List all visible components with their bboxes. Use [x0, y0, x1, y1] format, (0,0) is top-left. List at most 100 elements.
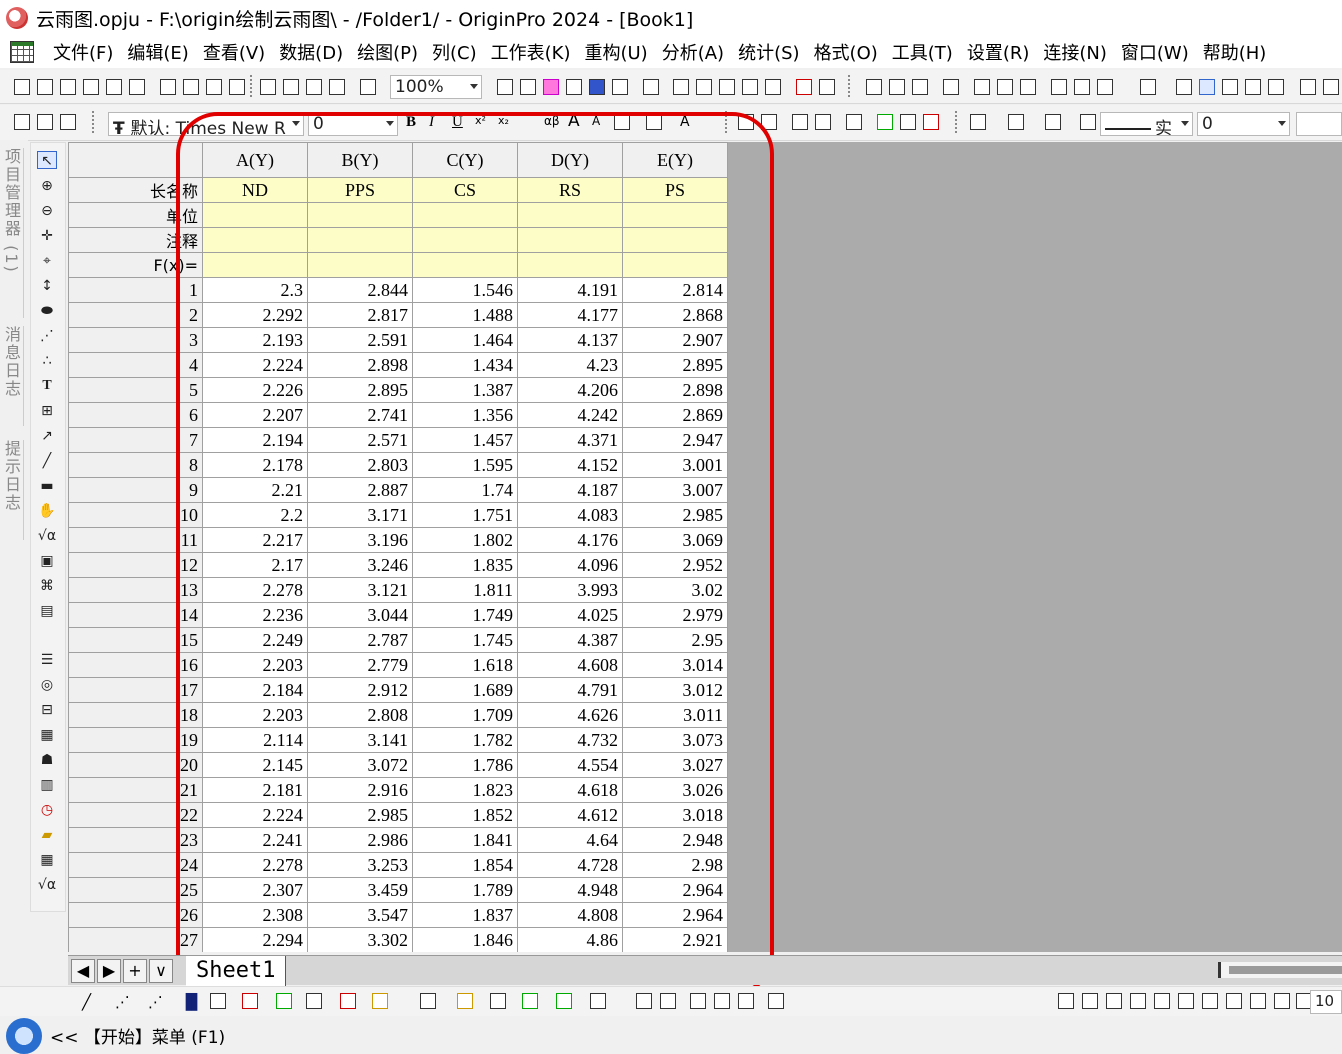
open-template-icon[interactable]	[283, 79, 299, 95]
arrow-tool-icon[interactable]: ↗	[37, 427, 57, 445]
copy-icon[interactable]	[37, 114, 53, 130]
sheet-tab[interactable]: Sheet1	[186, 956, 287, 986]
new-layout-icon[interactable]	[160, 79, 176, 95]
scrollbar-thumb[interactable]	[1229, 966, 1342, 974]
fill-color-icon[interactable]	[970, 114, 986, 130]
tab-project-explorer[interactable]: 项目管理器 (1)	[2, 148, 24, 318]
results-log-icon[interactable]	[589, 79, 605, 95]
next-sheet-button[interactable]: ▶	[97, 959, 121, 983]
align-bottom-icon[interactable]	[1226, 993, 1242, 1009]
edit-icon[interactable]	[742, 79, 758, 95]
layer-align-icon[interactable]	[738, 993, 754, 1009]
menu-connect[interactable]: 连接(N)	[1036, 39, 1114, 65]
polar-icon[interactable]	[306, 993, 322, 1009]
object-back-icon[interactable]	[1082, 993, 1098, 1009]
line-symbol-icon[interactable]: ⋰	[148, 993, 164, 1011]
command-window-icon[interactable]	[612, 79, 628, 95]
menu-view[interactable]: 查看(V)	[196, 39, 272, 65]
add-plot-icon[interactable]	[877, 114, 893, 130]
folder-icon[interactable]: ▰	[37, 826, 57, 844]
image-icon[interactable]: ▣	[37, 552, 57, 570]
screen-reader-icon[interactable]: ✛	[37, 227, 57, 245]
menu-statistics[interactable]: 统计(S)	[731, 39, 806, 65]
new-project-icon[interactable]	[14, 79, 30, 95]
extra-combo[interactable]	[1296, 112, 1342, 136]
tab-messages-log[interactable]: 消息日志	[2, 326, 24, 426]
menu-edit[interactable]: 编辑(E)	[120, 39, 195, 65]
sequence-icon[interactable]	[943, 79, 959, 95]
object-front-icon[interactable]	[1058, 993, 1074, 1009]
menu-column[interactable]: 列(C)	[425, 39, 484, 65]
equation-icon[interactable]: √α	[37, 527, 57, 545]
user-icon[interactable]: ☗	[37, 751, 57, 769]
add-sheet-button[interactable]: +	[123, 959, 147, 983]
remove-icon[interactable]	[923, 114, 939, 130]
ternary-icon[interactable]	[490, 993, 506, 1009]
set-as-y-icon[interactable]	[1199, 79, 1215, 95]
open-icon[interactable]	[260, 79, 276, 95]
clock-icon[interactable]: ◷	[37, 801, 57, 819]
new-folder-icon[interactable]	[37, 79, 53, 95]
layer-swap-icon[interactable]	[714, 993, 730, 1009]
paste-icon[interactable]	[60, 114, 76, 130]
pointer-icon[interactable]: ↖	[37, 151, 57, 169]
frequency-icon[interactable]	[1020, 79, 1036, 95]
mask-points-icon[interactable]: ⋰	[37, 327, 57, 345]
line-width-combo[interactable]: 0	[1197, 112, 1290, 136]
annotation-icon[interactable]: ⊞	[37, 402, 57, 420]
new-workbook-icon[interactable]	[60, 79, 76, 95]
duplicate-sheet-icon[interactable]	[846, 114, 862, 130]
find-icon[interactable]	[673, 79, 689, 95]
recalculate-icon[interactable]	[360, 79, 376, 95]
layer-tile-icon[interactable]	[768, 993, 784, 1009]
previous-sheet-button[interactable]: ◀	[71, 959, 95, 983]
worksheet-tool-icon[interactable]: ☰	[37, 651, 57, 669]
align-right-icon[interactable]	[1178, 993, 1194, 1009]
bar-chart-icon[interactable]	[974, 79, 990, 95]
new-graph-icon[interactable]	[83, 79, 99, 95]
region-selector-icon[interactable]: ⬬	[37, 302, 57, 320]
data-selector-icon[interactable]: ↕	[37, 277, 57, 295]
menu-file[interactable]: 文件(F)	[46, 39, 120, 65]
menu-help[interactable]: 帮助(H)	[1196, 39, 1274, 65]
menu-format[interactable]: 格式(O)	[807, 39, 885, 65]
horizontal-scrollbar[interactable]	[1218, 962, 1342, 978]
template-icon[interactable]	[372, 993, 388, 1009]
gray-plot-icon[interactable]	[590, 993, 606, 1009]
paste-object-icon[interactable]: ▤	[37, 602, 57, 620]
line-style-combo[interactable]: 实	[1100, 112, 1193, 136]
form-icon[interactable]: ▦	[37, 726, 57, 744]
data-reader-icon[interactable]: ⌖	[37, 252, 57, 270]
set-as-x-icon[interactable]	[1176, 79, 1192, 95]
layer-arrange-icon[interactable]	[660, 993, 676, 1009]
image-plot-icon[interactable]	[556, 993, 572, 1009]
project-explorer-icon[interactable]	[643, 79, 659, 95]
menu-plot[interactable]: 绘图(P)	[350, 39, 425, 65]
layer-add-icon[interactable]	[636, 993, 652, 1009]
set-as-z-icon[interactable]	[1222, 79, 1238, 95]
merge-icon[interactable]	[900, 114, 916, 130]
menu-reshape[interactable]: 重构(U)	[577, 39, 654, 65]
menu-settings[interactable]: 设置(R)	[960, 39, 1037, 65]
object-backward-icon[interactable]	[1130, 993, 1146, 1009]
stats-icon[interactable]	[889, 79, 905, 95]
hand-icon[interactable]: ✋	[37, 502, 57, 520]
save-template-icon[interactable]	[329, 79, 345, 95]
line-color-icon[interactable]	[1045, 114, 1061, 130]
formula-icon[interactable]: √α	[37, 876, 57, 894]
zoom-combo[interactable]: 100%	[390, 75, 482, 99]
rotate-value-field[interactable]: 10	[1310, 990, 1342, 1014]
menu-worksheet[interactable]: 工作表(K)	[484, 39, 578, 65]
checklist-icon[interactable]	[229, 79, 245, 95]
3d-plot-icon[interactable]	[420, 993, 436, 1009]
align-top-icon[interactable]	[1202, 993, 1218, 1009]
contour-icon[interactable]	[276, 993, 292, 1009]
draw-data-icon[interactable]: ∴	[37, 352, 57, 370]
filter-clear-icon[interactable]	[1074, 79, 1090, 95]
set-as-none-icon[interactable]	[1268, 79, 1284, 95]
menu-tools[interactable]: 工具(T)	[885, 39, 960, 65]
duplicate-icon[interactable]	[520, 79, 536, 95]
mask-icon[interactable]	[1140, 79, 1156, 95]
dial-icon[interactable]: ◎	[37, 676, 57, 694]
sort-icon[interactable]	[912, 79, 928, 95]
